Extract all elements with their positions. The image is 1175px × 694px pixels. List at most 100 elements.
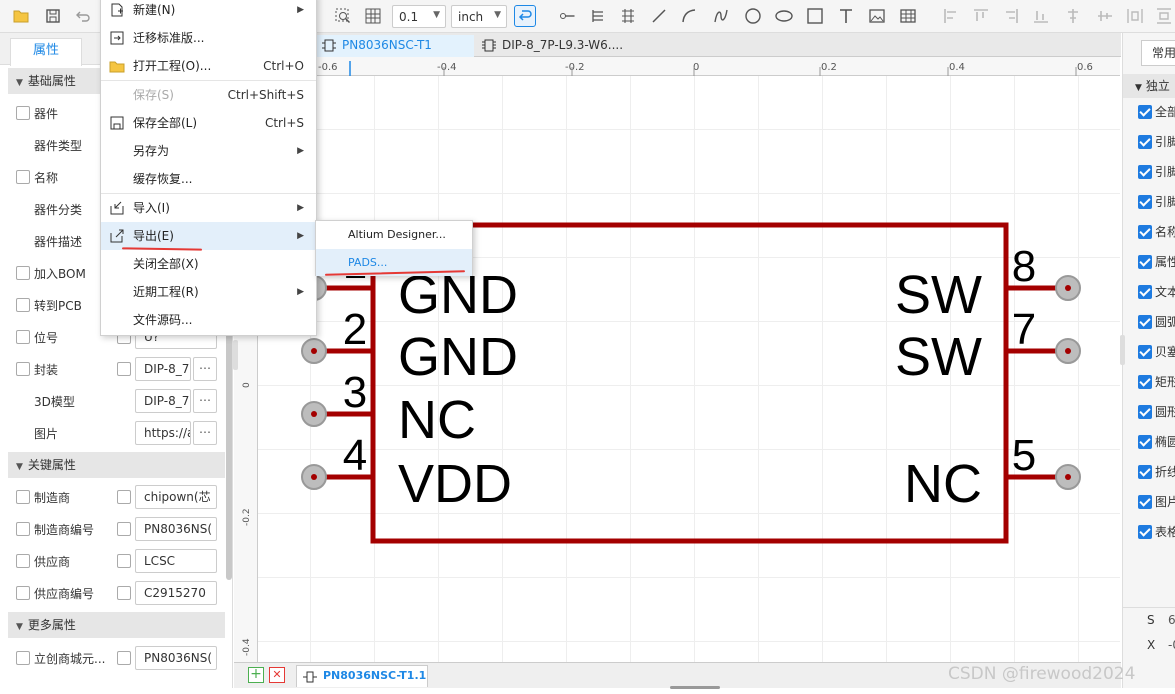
menu-item-recent[interactable]: 近期工程(R) ▶ [101,278,316,306]
checkbox[interactable] [16,298,30,312]
align-right-icon[interactable] [1000,5,1022,27]
more-icon[interactable]: ⋯ [193,357,217,381]
filter-item[interactable]: 文本 [1138,283,1175,303]
filter-item[interactable]: 椭圆 [1138,433,1175,453]
align-left-icon[interactable] [940,5,962,27]
supplier-field[interactable]: LCSC [135,549,217,573]
checkbox-checked[interactable] [1138,344,1152,359]
checkbox-checked[interactable] [1138,494,1152,509]
pin-tool-icon[interactable] [556,5,578,27]
more-icon[interactable]: ⋯ [193,389,217,413]
add-sheet-icon[interactable]: + [248,667,264,683]
checkbox[interactable] [16,554,30,568]
pin-array-icon[interactable] [587,5,609,27]
checkbox[interactable] [117,586,131,600]
circle-tool-icon[interactable] [742,5,764,27]
menu-item-import[interactable]: 导入(I) ▶ [101,194,316,222]
checkbox[interactable] [117,362,131,376]
checkbox-checked[interactable] [1138,464,1152,479]
open-folder-icon[interactable] [10,5,32,27]
tab-symbol[interactable]: PN8036NSC-T1 [316,35,474,57]
menu-item-new[interactable]: 新建(N) ▶ [101,0,316,24]
image-tool-icon[interactable] [866,5,888,27]
3d-model-field[interactable]: DIP-8_7I [135,389,191,413]
checkbox-checked[interactable] [1138,164,1152,179]
mfr-part-field[interactable]: PN8036NS( [135,517,217,541]
menu-item-file-source[interactable]: 文件源码... [101,306,316,334]
section-independent[interactable]: ▼ 独立 [1123,74,1175,98]
filter-item[interactable]: 全部 [1138,103,1175,123]
checkbox-checked[interactable] [1138,254,1152,269]
image-field[interactable]: https://a [135,421,191,445]
resize-handle[interactable] [670,686,720,689]
text-tool-icon[interactable] [835,5,857,27]
bus-icon[interactable] [617,5,639,27]
zoom-area-icon[interactable] [332,5,354,27]
left-collapse-handle[interactable] [233,340,238,370]
grid-size-select[interactable]: 0.1 ▼ [392,5,446,28]
ellipse-tool-icon[interactable] [773,5,795,27]
menu-item-cache-restore[interactable]: 缓存恢复... [101,165,316,193]
filter-item[interactable]: 引脚 [1138,133,1175,153]
align-top-icon[interactable] [970,5,992,27]
menu-item-migrate[interactable]: 迁移标准版... [101,24,316,52]
filter-item[interactable]: 引脚 [1138,193,1175,213]
checkbox-checked[interactable] [1138,284,1152,299]
filter-item[interactable]: 矩形 [1138,373,1175,393]
checkbox[interactable] [16,651,30,665]
checkbox[interactable] [117,522,131,536]
unit-select[interactable]: inch ▼ [451,5,507,28]
save-icon[interactable] [42,5,64,27]
checkbox[interactable] [16,490,30,504]
filter-item[interactable]: 引脚 [1138,163,1175,183]
checkbox[interactable] [16,266,30,280]
checkbox[interactable] [16,362,30,376]
tab-common[interactable]: 常用 [1141,40,1175,66]
checkbox-checked[interactable] [1138,134,1152,149]
right-collapse-handle[interactable] [1120,335,1125,365]
distribute-h-icon[interactable] [1124,5,1146,27]
snap-toggle-icon[interactable] [514,5,536,27]
table-tool-icon[interactable] [897,5,919,27]
checkbox[interactable] [16,330,30,344]
pin-5[interactable]: 5 NC [904,431,1081,514]
menu-item-export[interactable]: 导出(E) ▶ [101,222,316,250]
tab-properties[interactable]: 属性 [10,38,82,66]
filter-item[interactable]: 圆形 [1138,403,1175,423]
checkbox-checked[interactable] [1138,194,1152,209]
menu-item-close-all[interactable]: 关闭全部(X) [101,250,316,278]
menu-item-save-as[interactable]: 另存为 ▶ [101,137,316,165]
section-more-properties[interactable]: ▼ 更多属性 [8,612,225,638]
checkbox-checked[interactable] [1138,404,1152,419]
menu-item-export-altium[interactable]: Altium Designer... [316,221,472,248]
filter-item[interactable]: 表格 [1138,523,1175,543]
pin-8[interactable]: 8 SW [895,242,1081,325]
bezier-tool-icon[interactable] [710,5,732,27]
align-center-icon[interactable] [1062,5,1084,27]
filter-item[interactable]: 折线 [1138,463,1175,483]
checkbox-checked[interactable] [1138,314,1152,329]
checkbox[interactable] [16,170,30,184]
filter-item[interactable]: 贝塞 [1138,343,1175,363]
checkbox[interactable] [16,586,30,600]
checkbox-checked[interactable] [1138,224,1152,239]
grid-icon[interactable] [362,5,384,27]
align-middle-icon[interactable] [1094,5,1116,27]
supplier-part-field[interactable]: C2915270 [135,581,217,605]
footprint-field[interactable]: DIP-8_7I [135,357,191,381]
align-bottom-icon[interactable] [1030,5,1052,27]
filter-item[interactable]: 圆弧 [1138,313,1175,333]
checkbox[interactable] [117,651,131,665]
tab-sheet[interactable]: PN8036NSC-T1.1 [296,665,428,687]
checkbox[interactable] [16,522,30,536]
arc-tool-icon[interactable] [678,5,700,27]
schematic-symbol[interactable]: 1 GND 2 GND 3 NC 4 VDD 8 SW 7 SW [258,76,1120,662]
line-tool-icon[interactable] [648,5,670,27]
checkbox-checked[interactable] [1138,104,1152,119]
more-icon[interactable]: ⋯ [193,421,217,445]
checkbox[interactable] [117,490,131,504]
section-key-properties[interactable]: ▼ 关键属性 [8,452,225,478]
lcsc-part-field[interactable]: PN8036NS( [135,646,217,670]
undo-icon[interactable] [72,5,94,27]
checkbox-checked[interactable] [1138,524,1152,539]
